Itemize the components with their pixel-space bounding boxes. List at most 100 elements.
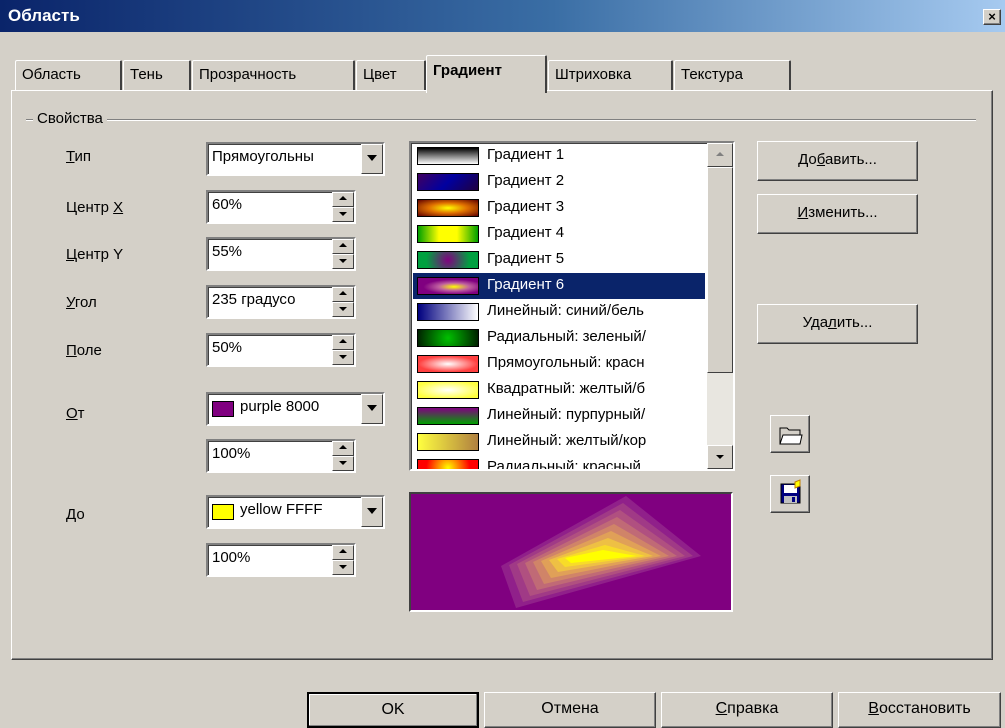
ok-button[interactable]: OK: [307, 692, 479, 728]
center-y-value: 55%: [212, 243, 243, 260]
from-label: От: [66, 405, 85, 422]
tab-hatching-label: Штриховка: [555, 66, 632, 83]
list-item-label: Градиент 5: [487, 250, 565, 267]
list-item-label: Квадратный: желтый/б: [487, 380, 646, 397]
list-item[interactable]: Линейный: желтый/кор: [413, 429, 705, 455]
angle-value: 235 градусо: [212, 291, 296, 308]
spin-up-icon[interactable]: [332, 545, 354, 560]
gradient-thumbnail: [417, 147, 479, 165]
center-x-label: Центр X: [66, 199, 124, 216]
delete-button[interactable]: Удалить...: [757, 304, 918, 344]
gradient-thumbnail: [417, 251, 479, 269]
type-dropdown[interactable]: Прямоугольны: [206, 142, 385, 176]
center-x-field[interactable]: 60%: [206, 190, 356, 224]
spin-up-icon[interactable]: [332, 287, 354, 302]
border-field[interactable]: 50%: [206, 333, 356, 367]
spin-up-icon[interactable]: [332, 239, 354, 254]
tab-gradient-label: Градиент: [433, 62, 502, 79]
border-value: 50%: [212, 339, 243, 356]
list-item[interactable]: Градиент 5: [413, 247, 705, 273]
cancel-button[interactable]: Отмена: [484, 692, 656, 728]
load-gradients-button[interactable]: [770, 415, 810, 453]
tab-hatching[interactable]: Штриховка: [548, 60, 673, 90]
list-item-label: Линейный: синий/бель: [487, 302, 644, 319]
list-item[interactable]: Линейный: пурпурный/: [413, 403, 705, 429]
save-gradients-button[interactable]: [770, 475, 810, 513]
add-button[interactable]: Добавить...: [757, 141, 918, 181]
list-item-label: Градиент 1: [487, 146, 565, 163]
title-bar: Область ×: [0, 0, 1005, 32]
list-item-label: Градиент 6: [487, 276, 565, 293]
chevron-down-icon[interactable]: [361, 497, 383, 527]
gradient-thumbnail: [417, 303, 479, 321]
list-item[interactable]: Градиент 1: [413, 143, 705, 169]
to-intensity-field[interactable]: 100%: [206, 543, 356, 577]
scroll-up-icon[interactable]: [707, 143, 733, 167]
list-item[interactable]: Градиент 3: [413, 195, 705, 221]
gradient-preview-graphic: [411, 494, 731, 610]
to-color-swatch: [212, 504, 234, 520]
spin-up-icon[interactable]: [332, 335, 354, 350]
list-item[interactable]: Квадратный: желтый/б: [413, 377, 705, 403]
gradient-thumbnail: [417, 329, 479, 347]
list-scrollbar[interactable]: [707, 143, 733, 469]
floppy-disk-icon: [780, 479, 801, 504]
border-label: Поле: [66, 342, 102, 359]
close-button[interactable]: ×: [983, 9, 1001, 25]
center-x-value: 60%: [212, 196, 243, 213]
to-intensity-value: 100%: [212, 549, 251, 566]
spin-down-icon[interactable]: [332, 302, 354, 317]
tab-color[interactable]: Цвет: [356, 60, 426, 90]
list-item[interactable]: Радиальный: зеленый/: [413, 325, 705, 351]
scroll-down-icon[interactable]: [707, 445, 733, 469]
list-item-label: Градиент 3: [487, 198, 565, 215]
spin-down-icon[interactable]: [332, 207, 354, 222]
chevron-down-icon[interactable]: [361, 394, 383, 424]
list-item[interactable]: Линейный: синий/бель: [413, 299, 705, 325]
gradient-list[interactable]: Градиент 1 Градиент 2 Градиент 3 Градиен…: [409, 141, 735, 471]
angle-label: Угол: [66, 294, 97, 311]
properties-group-label: Свойства: [33, 110, 107, 127]
tab-bitmap[interactable]: Текстура: [674, 60, 791, 90]
gradient-thumbnail: [417, 355, 479, 373]
list-item[interactable]: Градиент 4: [413, 221, 705, 247]
tab-area[interactable]: Область: [15, 60, 122, 90]
to-color-dropdown[interactable]: yellow FFFF: [206, 495, 385, 529]
spin-down-icon[interactable]: [332, 456, 354, 471]
tab-transparency-label: Прозрачность: [199, 66, 297, 83]
type-label: Тип: [66, 148, 92, 165]
tab-gradient[interactable]: Градиент: [426, 55, 547, 93]
window-title: Область: [8, 6, 80, 25]
tab-transparency[interactable]: Прозрачность: [192, 60, 355, 90]
gradient-thumbnail: [417, 433, 479, 451]
gradient-thumbnail: [417, 173, 479, 191]
reset-button[interactable]: Восстановить: [838, 692, 1001, 728]
list-item-label: Градиент 2: [487, 172, 565, 189]
from-intensity-value: 100%: [212, 445, 251, 462]
spin-down-icon[interactable]: [332, 254, 354, 269]
modify-button[interactable]: Изменить...: [757, 194, 918, 234]
list-item[interactable]: Градиент 6: [413, 273, 705, 299]
angle-field[interactable]: 235 градусо: [206, 285, 356, 319]
spin-down-icon[interactable]: [332, 350, 354, 365]
list-item[interactable]: Прямоугольный: красн: [413, 351, 705, 377]
spin-down-icon[interactable]: [332, 560, 354, 575]
tab-shadow[interactable]: Тень: [123, 60, 191, 90]
list-item[interactable]: Радиальный: красный: [413, 455, 705, 469]
center-y-field[interactable]: 55%: [206, 237, 356, 271]
from-intensity-field[interactable]: 100%: [206, 439, 356, 473]
spin-up-icon[interactable]: [332, 192, 354, 207]
chevron-down-icon[interactable]: [361, 144, 383, 174]
gradient-preview: [409, 492, 733, 612]
scrollbar-thumb[interactable]: [707, 167, 733, 373]
list-item[interactable]: Градиент 2: [413, 169, 705, 195]
group-separator: [26, 119, 976, 121]
from-color-swatch: [212, 401, 234, 417]
gradient-thumbnail: [417, 381, 479, 399]
from-color-dropdown[interactable]: purple 8000: [206, 392, 385, 426]
help-button[interactable]: Справка: [661, 692, 833, 728]
list-item-label: Градиент 4: [487, 224, 565, 241]
list-item-label: Радиальный: зеленый/: [487, 328, 646, 345]
list-item-label: Линейный: желтый/кор: [487, 432, 647, 449]
spin-up-icon[interactable]: [332, 441, 354, 456]
